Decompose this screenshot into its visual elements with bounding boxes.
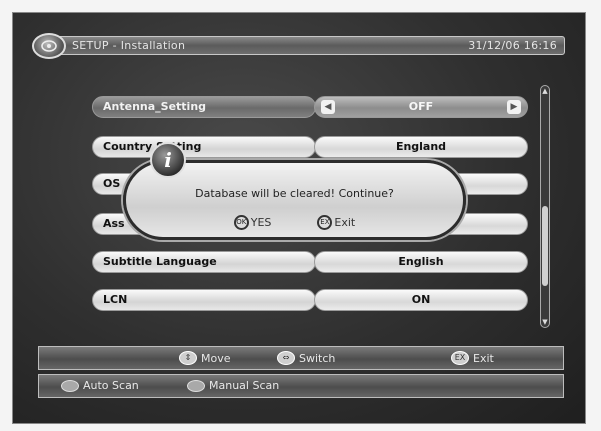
right-arrow-icon[interactable]: ▶ xyxy=(507,100,521,114)
menu-row-value: English xyxy=(314,251,528,273)
exit-button[interactable]: EX Exit xyxy=(317,215,355,230)
menu-row-label: Country Setting xyxy=(92,136,316,158)
red-key-icon xyxy=(61,379,79,392)
exit-key-icon: EX xyxy=(317,215,333,230)
manual-scan-button[interactable]: Manual Scan xyxy=(187,379,279,392)
left-arrow-icon[interactable]: ◀ xyxy=(321,100,335,114)
menu-row-subtitle-language[interactable]: Subtitle Language English xyxy=(92,251,528,273)
yes-button[interactable]: OK YES xyxy=(233,215,272,230)
exit-hint: EX Exit xyxy=(451,351,494,365)
date-time: 31/12/06 16:16 xyxy=(468,39,557,52)
menu-row-label: LCN xyxy=(92,289,316,311)
menu-row-lcn[interactable]: LCN ON xyxy=(92,289,528,311)
move-hint-label: Move xyxy=(201,351,231,365)
info-icon: i xyxy=(150,142,186,178)
switch-hint: ⇔ Switch xyxy=(277,351,335,365)
page-title: SETUP - Installation xyxy=(72,39,186,52)
exit-hint-label: Exit xyxy=(473,351,494,365)
menu-row-value: England xyxy=(314,136,528,158)
menu-row-label: Subtitle Language xyxy=(92,251,316,273)
left-right-arrow-icon: ⇔ xyxy=(277,351,295,365)
auto-scan-button[interactable]: Auto Scan xyxy=(61,379,139,392)
manual-scan-label: Manual Scan xyxy=(209,379,280,392)
ok-key-icon: OK xyxy=(233,215,249,230)
auto-scan-label: Auto Scan xyxy=(83,379,139,392)
green-key-icon xyxy=(187,379,205,392)
title-bar: SETUP - Installation 31/12/06 16:16 xyxy=(32,33,565,59)
scroll-thumb[interactable] xyxy=(542,206,548,286)
scroll-up-icon[interactable]: ▲ xyxy=(541,87,549,95)
menu-row-antenna-setting[interactable]: Antenna_Setting ◀ OFF ▶ xyxy=(92,96,528,118)
scan-bar: Auto Scan Manual Scan xyxy=(38,374,564,398)
up-down-arrow-icon: ⇕ xyxy=(179,351,197,365)
scroll-down-icon[interactable]: ▼ xyxy=(541,318,549,326)
switch-hint-label: Switch xyxy=(299,351,336,365)
setup-logo-icon xyxy=(32,33,66,59)
value-text: OFF xyxy=(408,100,434,113)
dialog-message: Database will be cleared! Continue? xyxy=(195,187,394,200)
menu-row-value[interactable]: ◀ OFF ▶ xyxy=(314,96,528,118)
move-hint: ⇕ Move xyxy=(179,351,231,365)
dialog-buttons: OK YES EX Exit xyxy=(126,215,463,230)
exit-key-icon: EX xyxy=(451,351,469,365)
exit-button-label: Exit xyxy=(334,216,356,229)
yes-button-label: YES xyxy=(250,216,272,229)
menu-scrollbar[interactable]: ▲ ▼ xyxy=(540,85,550,328)
menu-row-label: Antenna_Setting xyxy=(92,96,316,118)
menu-row-value: ON xyxy=(314,289,528,311)
hint-bar: ⇕ Move ⇔ Switch EX Exit xyxy=(38,346,564,370)
